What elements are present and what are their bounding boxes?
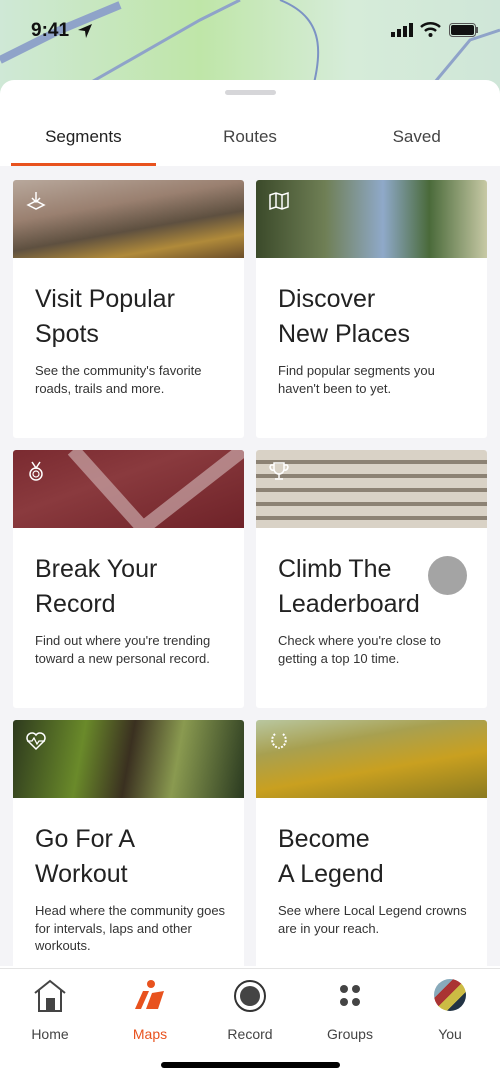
card-image [256,180,487,258]
nav-you[interactable]: You [400,979,500,1042]
nav-label: Groups [327,1026,373,1042]
battery-icon [449,23,478,37]
touch-indicator [428,556,467,595]
map-icon [269,191,289,211]
card-title: Visit Popular Spots [35,285,175,348]
nav-maps[interactable]: Maps [100,979,200,1042]
status-time: 9:41 [31,20,70,41]
record-icon [234,980,266,1012]
card-image [13,180,244,258]
laurel-icon [271,733,287,749]
card-visit-popular-spots[interactable]: Visit Popular Spots See the community's f… [13,180,244,438]
wifi-icon [420,22,441,37]
tab-routes[interactable]: Routes [167,120,334,166]
card-description: See the community's favorite roads, trai… [35,363,202,396]
tab-segments[interactable]: Segments [0,120,167,166]
medal-icon [29,461,43,481]
card-go-for-a-workout[interactable]: Go For A Workout Head where the community… [13,720,244,980]
card-break-your-record[interactable]: Break Your Record Find out where you're t… [13,450,244,708]
tab-saved[interactable]: Saved [333,120,500,166]
card-image [256,450,487,528]
avatar [434,979,466,1011]
nav-label: Home [31,1026,69,1042]
bottom-sheet: Segments Routes Saved Visit Popular Spots… [0,80,500,1080]
tab-bar: Segments Routes Saved [0,120,500,166]
nav-record[interactable]: Record [200,979,300,1042]
location-arrow-icon [78,24,92,38]
card-description: Head where the community goes for interv… [35,903,226,953]
trophy-icon [269,462,289,480]
card-image [13,720,244,798]
nav-home[interactable]: Home [0,979,100,1042]
card-become-a-legend[interactable]: Become A Legend See where Local Legend cr… [256,720,487,980]
card-description: Find out where you're trending toward a … [35,633,211,666]
card-title: Discover New Places [278,285,410,348]
card-discover-new-places[interactable]: Discover New Places Find popular segments… [256,180,487,438]
card-title: Break Your Record [35,555,158,618]
status-bar: 9:41 [0,18,500,44]
groups-icon [340,985,360,1006]
segments-grid: Visit Popular Spots See the community's f… [0,166,500,980]
card-description: See where Local Legend crowns are in you… [278,903,467,936]
card-image [13,450,244,528]
heart-pulse-icon [26,732,46,751]
card-image [256,720,487,798]
home-icon [34,979,66,1012]
home-indicator[interactable] [161,1062,340,1068]
sheet-grabber[interactable] [225,90,276,95]
card-description: Find popular segments you haven't been t… [278,363,435,396]
pin-icon [26,192,46,210]
card-title: Become A Legend [278,825,384,888]
nav-label: You [438,1026,462,1042]
nav-label: Maps [132,1026,168,1042]
nav-label: Record [227,1026,273,1042]
card-title: Go For A Workout [35,825,136,888]
card-description: Check where you're close to getting a to… [278,633,441,666]
signal-icon [391,23,413,37]
maps-icon [135,980,164,1009]
nav-groups[interactable]: Groups [300,979,400,1042]
